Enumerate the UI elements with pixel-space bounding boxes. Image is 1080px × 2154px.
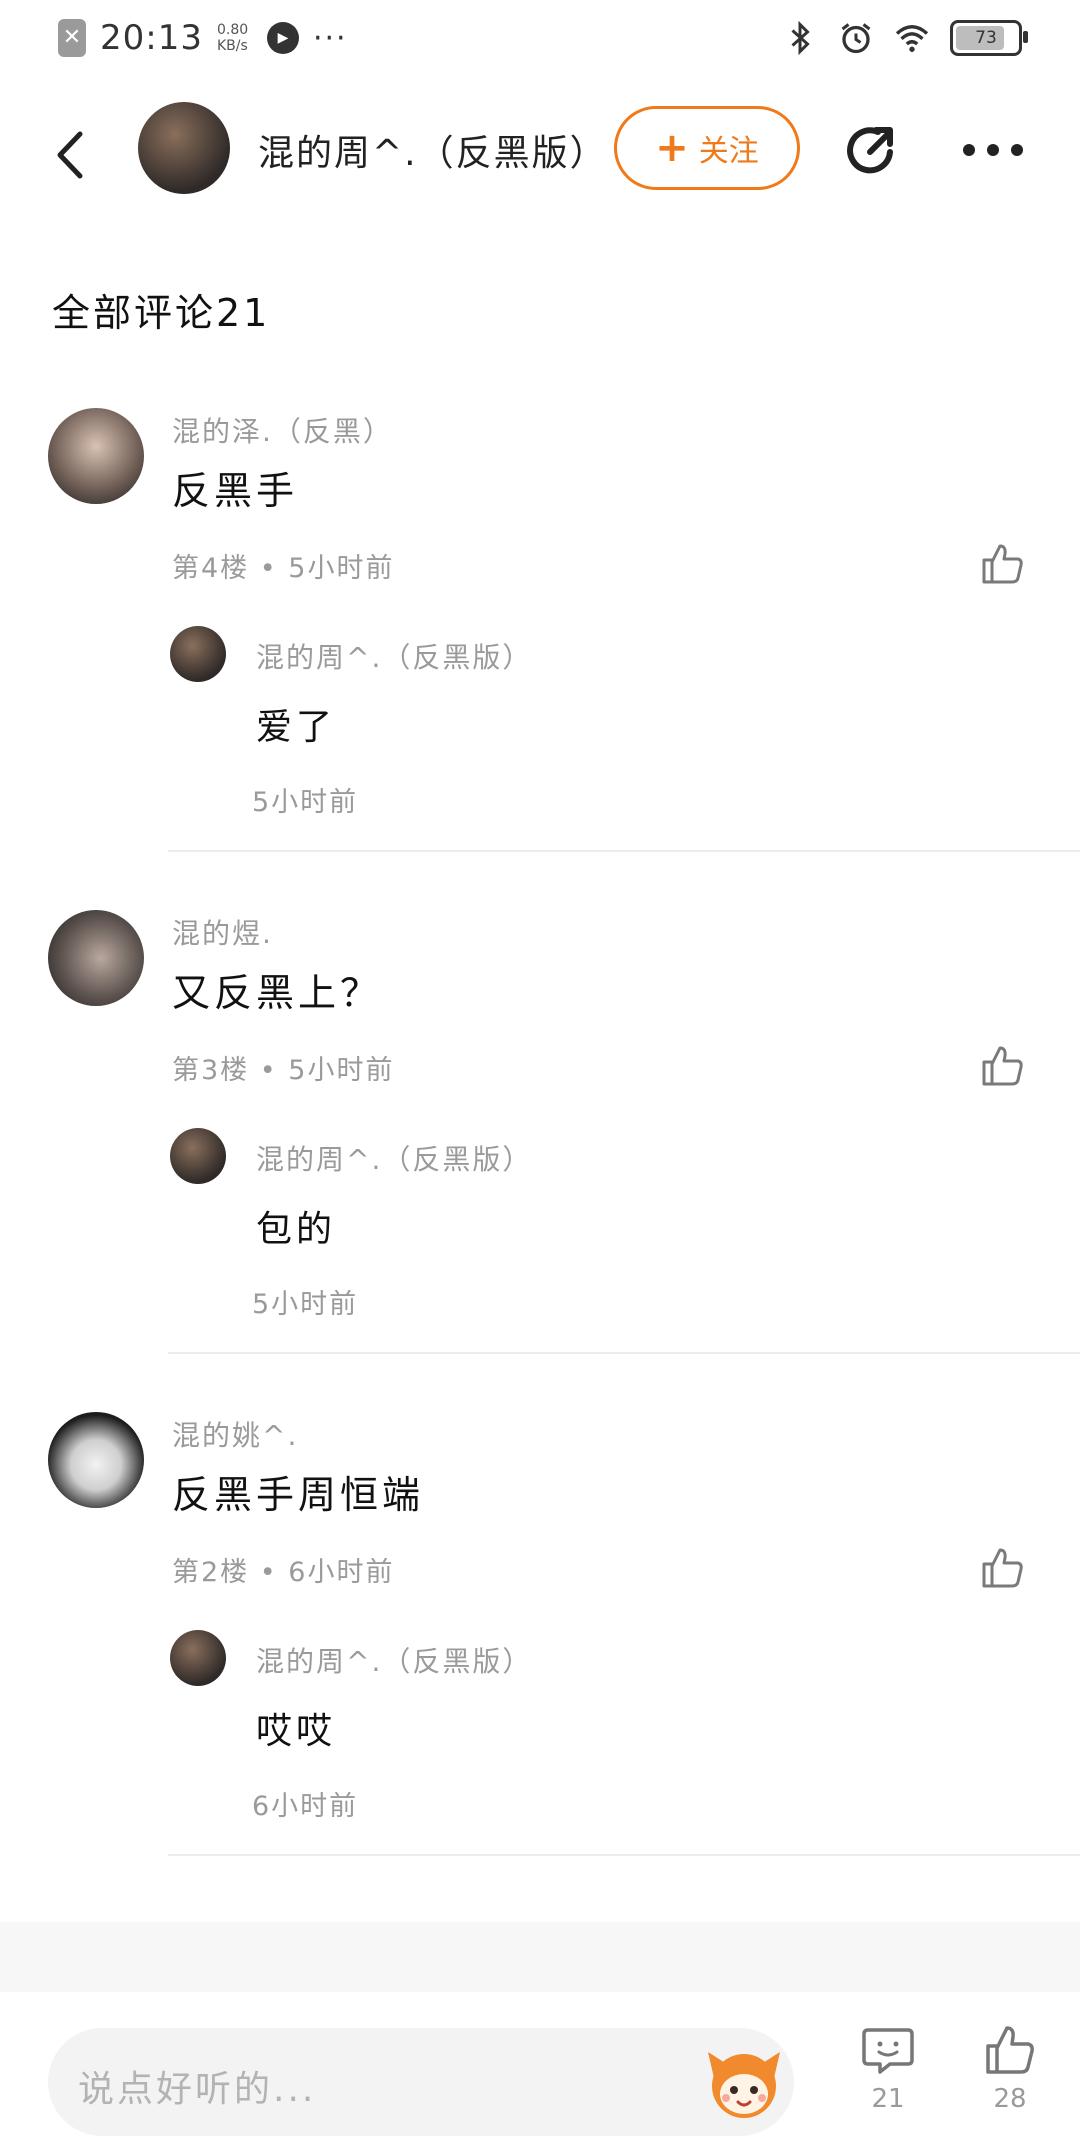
bottom-action-bar: 说点好听的... 21 28 (0, 1992, 1080, 2154)
commenter-avatar[interactable] (48, 1412, 144, 1508)
like-count: 28 (993, 2084, 1027, 2114)
reply-text[interactable]: 爱了 (256, 698, 336, 750)
network-rate: 0.80 KB/s (217, 22, 253, 54)
comments-button[interactable]: 21 (852, 2022, 924, 2114)
reply-user[interactable]: 混的周^.（反黑版） (256, 1138, 532, 1178)
commenter-name[interactable]: 混的煜. (172, 912, 273, 952)
emoji-mascot-icon[interactable] (700, 2038, 788, 2126)
commenter-avatar[interactable] (48, 910, 144, 1006)
wifi-icon (895, 25, 929, 52)
author-avatar[interactable] (138, 102, 230, 194)
commenter-name[interactable]: 混的姚^. (172, 1414, 298, 1454)
reply-time: 5小时前 (252, 1289, 359, 1320)
follow-label: 关注 (698, 134, 759, 169)
thumbs-up-icon (986, 2026, 1034, 2074)
comment-meta: 第2楼 • 6小时前 (172, 1557, 395, 1588)
divider (168, 850, 1080, 852)
media-play-icon: ▶ (266, 22, 299, 54)
follow-button[interactable]: + 关注 (614, 106, 800, 190)
comment-bubble-icon (862, 2028, 914, 2074)
plus-icon: + (655, 125, 689, 171)
comment-count: 21 (871, 2084, 905, 2114)
more-options-icon[interactable] (960, 130, 1026, 170)
like-post-button[interactable]: 28 (974, 2022, 1046, 2114)
all-comments-title: 全部评论21 (52, 291, 271, 335)
comment-input[interactable]: 说点好听的... (48, 2028, 794, 2136)
alarm-icon (841, 23, 871, 54)
reply-user[interactable]: 混的周^.（反黑版） (256, 1640, 532, 1680)
reply-text[interactable]: 包的 (256, 1200, 336, 1252)
list-footer (0, 1922, 1080, 1992)
divider (168, 1352, 1080, 1354)
reply-time: 5小时前 (252, 787, 359, 818)
reply-avatar[interactable] (170, 1128, 226, 1184)
network-rate-unit: KB/s (216, 38, 248, 54)
status-time: 20:13 (100, 18, 203, 58)
commenter-avatar[interactable] (48, 408, 144, 504)
status-bar: ✕ 20:13 0.80 KB/s ▶ ··· 73 (0, 0, 1080, 80)
comment-text[interactable]: 反黑手周恒端 (172, 1464, 424, 1519)
comment-text[interactable]: 反黑手 (172, 460, 298, 515)
reply-text[interactable]: 哎哎 (256, 1702, 336, 1754)
reply-avatar[interactable] (170, 1630, 226, 1686)
bluetooth-icon (791, 20, 810, 56)
share-icon[interactable] (840, 118, 904, 182)
reply-time: 6小时前 (252, 1791, 359, 1822)
battery-level: 73 (975, 28, 997, 48)
like-icon[interactable] (978, 540, 1026, 588)
battery-icon: 73 (950, 20, 1028, 56)
divider (168, 1854, 1080, 1856)
reply-avatar[interactable] (170, 626, 226, 682)
more-notifications-icon: ··· (312, 20, 348, 56)
comment-meta: 第4楼 • 5小时前 (172, 553, 395, 584)
like-icon[interactable] (978, 1042, 1026, 1090)
like-icon[interactable] (978, 1544, 1026, 1592)
close-notification-icon: ✕ (58, 19, 86, 57)
comment-meta: 第3楼 • 5小时前 (172, 1055, 395, 1086)
author-name[interactable]: 混的周^.（反黑版） (258, 124, 608, 176)
commenter-name[interactable]: 混的泽.（反黑） (172, 410, 393, 450)
comment-text[interactable]: 又反黑上？ (172, 962, 382, 1017)
back-arrow-icon[interactable] (50, 128, 90, 182)
comment-input-placeholder: 说点好听的... (78, 2069, 317, 2110)
network-rate-value: 0.80 (216, 22, 249, 38)
reply-user[interactable]: 混的周^.（反黑版） (256, 636, 532, 676)
